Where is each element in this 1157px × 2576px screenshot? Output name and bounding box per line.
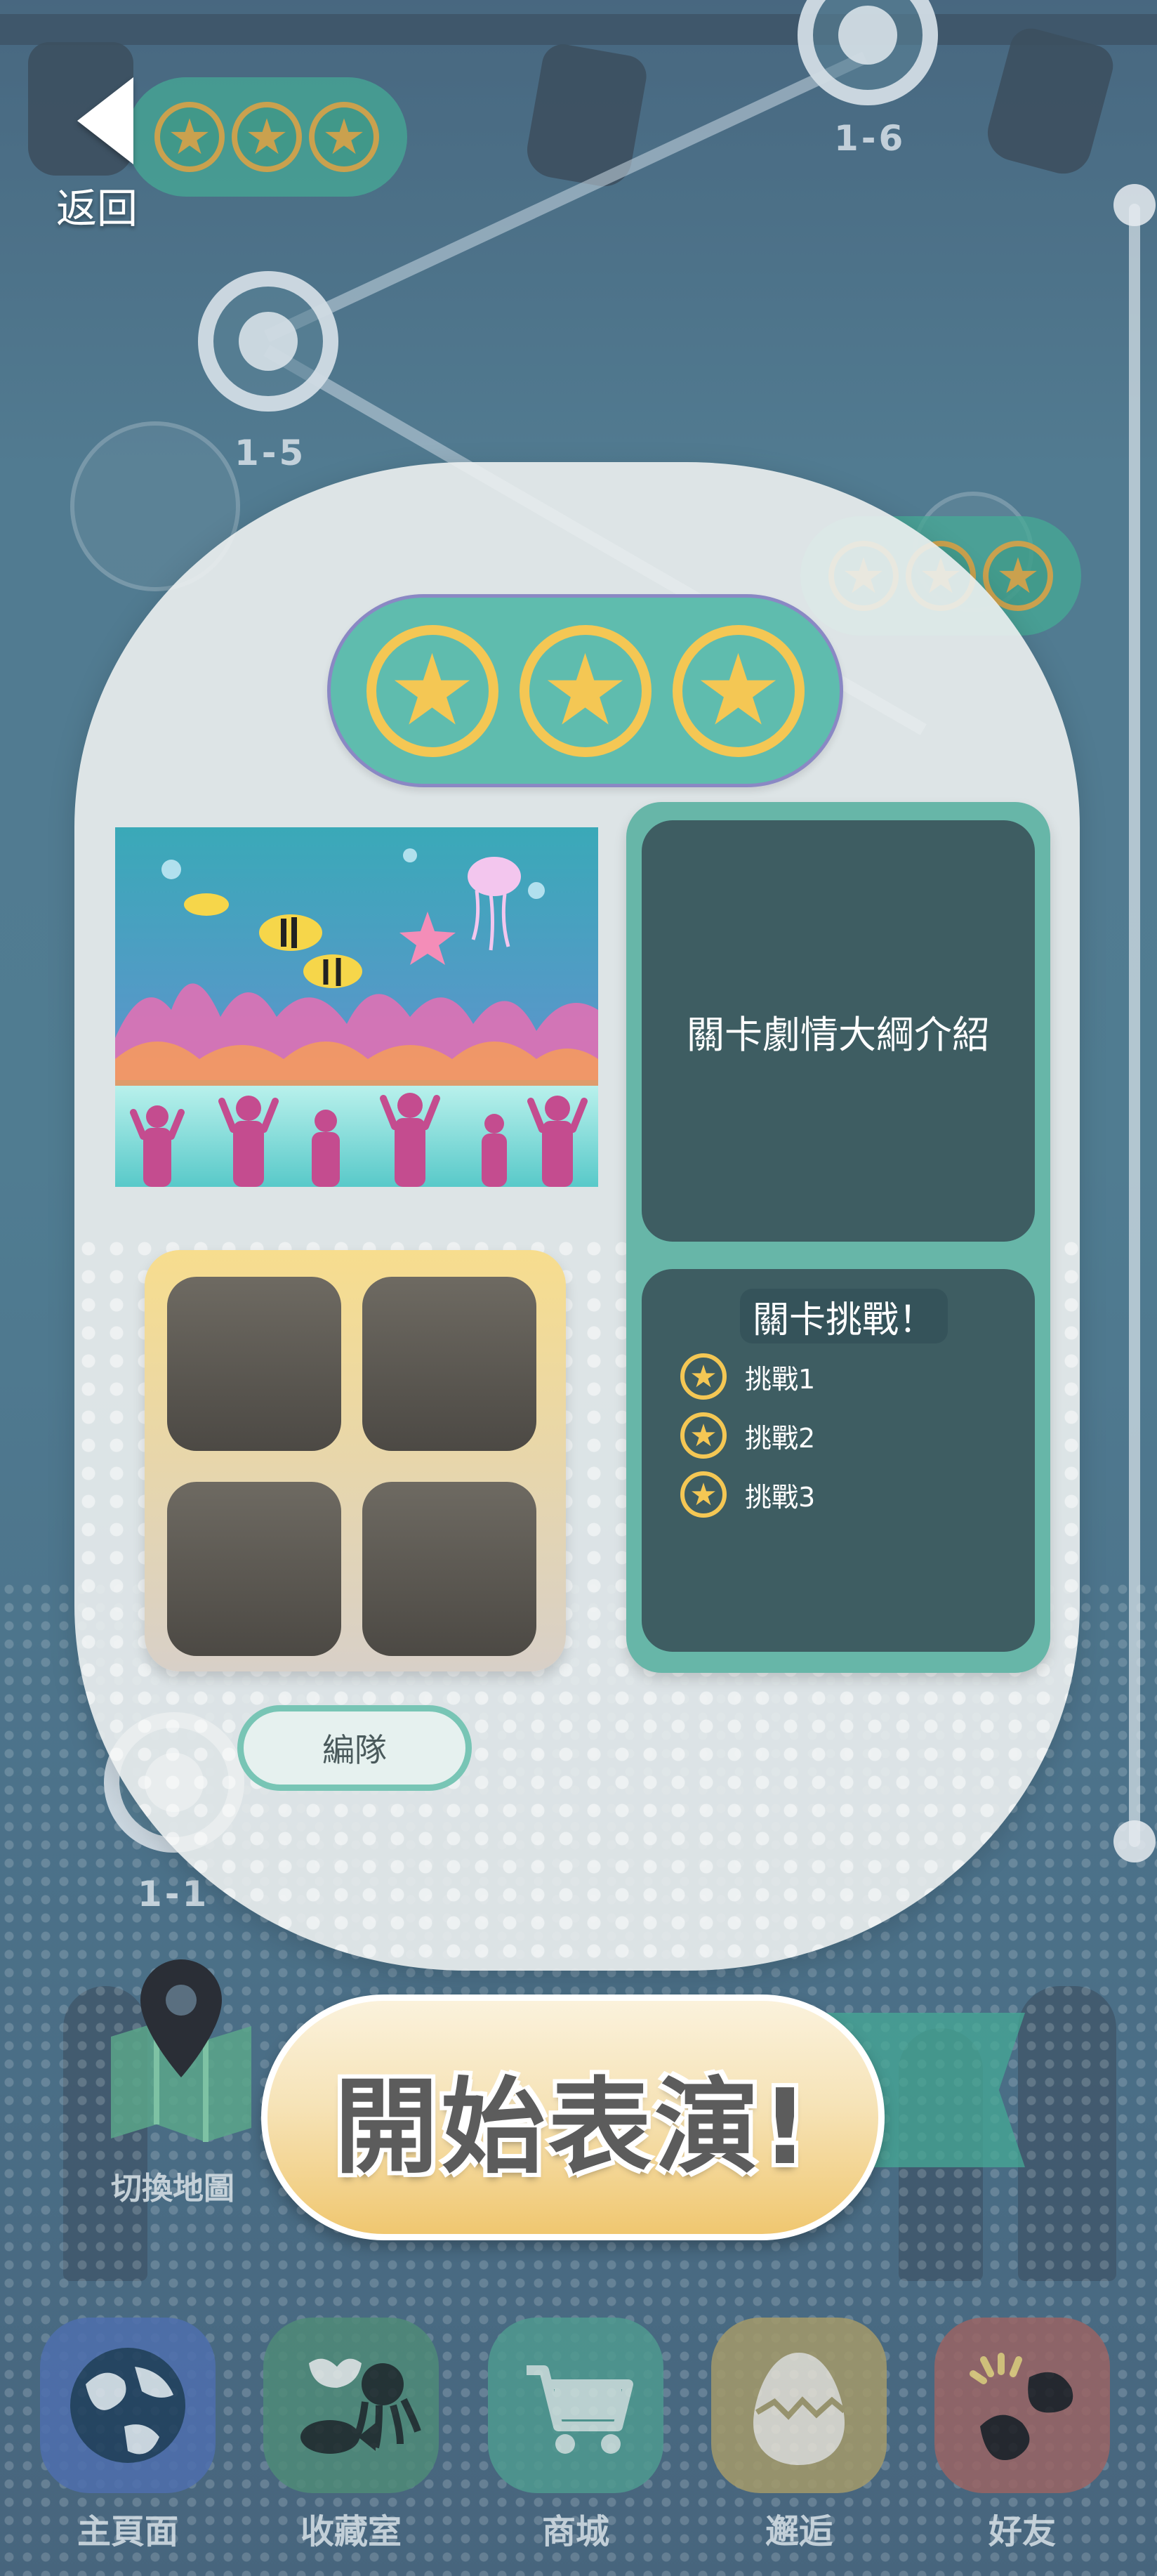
collection-icon (263, 2318, 439, 2493)
map-scrollbar[interactable] (1129, 204, 1140, 1847)
level-label-1-6: 1-6 (834, 118, 906, 159)
friends-icon (934, 2318, 1110, 2493)
star-icon: ★ (154, 102, 225, 172)
challenge-item: ★ 挑戰2 (680, 1412, 815, 1459)
challenge-title: 關卡挑戰！ (740, 1289, 948, 1343)
nav-item-encounter[interactable]: 邂逅 (708, 2318, 890, 2570)
level-info-panel: 關卡劇情大綱介紹 關卡挑戰！ ★ 挑戰1 ★ 挑戰2 ★ 挑戰3 (626, 802, 1050, 1673)
star-icon: ★ (672, 624, 805, 757)
team-slot[interactable] (167, 1277, 341, 1451)
story-synopsis-text: 關卡劇情大綱介紹 (687, 1012, 990, 1057)
nav-label: 邂逅 (765, 2512, 833, 2551)
nav-label: 好友 (988, 2512, 1056, 2551)
nav-label: 主頁面 (77, 2512, 178, 2551)
map-pin-icon (111, 1959, 251, 2142)
globe-icon (40, 2318, 216, 2493)
team-slot[interactable] (362, 1482, 536, 1656)
edit-team-button[interactable]: 編隊 (237, 1705, 472, 1791)
team-slot[interactable] (362, 1277, 536, 1451)
story-synopsis-box: 關卡劇情大綱介紹 (642, 820, 1035, 1242)
nav-item-friends[interactable]: 好友 (931, 2318, 1113, 2570)
switch-map-button[interactable]: 切換地圖 (104, 1952, 258, 2212)
challenge-label: 挑戰1 (745, 1363, 816, 1395)
star-icon: ★ (680, 1353, 727, 1400)
team-slot[interactable] (167, 1482, 341, 1656)
back-label: 返回 (56, 185, 138, 232)
challenge-list-box: 關卡挑戰！ ★ 挑戰1 ★ 挑戰2 ★ 挑戰3 (642, 1269, 1035, 1652)
challenge-label: 挑戰3 (745, 1481, 816, 1513)
nav-item-shop[interactable]: 商城 (484, 2318, 667, 2570)
star-icon: ★ (309, 102, 379, 172)
level-star-rating: ★ ★ ★ (327, 594, 843, 787)
level-label-1-5: 1-5 (234, 433, 307, 473)
level-1-6-stars: ★ ★ ★ (126, 77, 407, 197)
challenge-label: 挑戰2 (745, 1422, 816, 1454)
nav-item-home[interactable]: 主頁面 (37, 2318, 219, 2570)
bottom-navigation: 主頁面 收藏室 商城 邂逅 好友 (0, 2247, 1157, 2576)
back-button[interactable]: 返回 (56, 70, 161, 232)
level-detail-modal: ★ ★ ★ 編隊 關卡劇情大綱介紹 關卡挑戰！ ★ 挑戰1 ★ 挑戰2 ★ 挑戰… (74, 462, 1080, 1971)
star-icon: ★ (232, 102, 302, 172)
start-performance-label: 開始表演! (334, 2066, 812, 2188)
map-scroll-top-handle[interactable] (1113, 184, 1156, 226)
challenge-item: ★ 挑戰1 (680, 1353, 815, 1400)
egg-icon (711, 2318, 887, 2493)
map-scroll-bottom-handle[interactable] (1113, 1820, 1156, 1862)
star-icon: ★ (366, 624, 498, 757)
level-node-1-5[interactable] (198, 271, 338, 412)
back-arrow-icon (77, 77, 133, 164)
switch-map-label: 切換地圖 (111, 2171, 234, 2207)
nav-item-collection[interactable]: 收藏室 (260, 2318, 442, 2570)
star-icon: ★ (680, 1471, 727, 1518)
team-slots-panel (145, 1250, 566, 1671)
star-icon: ★ (519, 624, 652, 757)
nav-label: 收藏室 (300, 2512, 402, 2551)
star-icon: ★ (680, 1412, 727, 1459)
challenge-item: ★ 挑戰3 (680, 1471, 815, 1518)
level-scene-image (115, 827, 598, 1187)
nav-label: 商城 (541, 2512, 609, 2551)
cart-icon (488, 2318, 663, 2493)
start-performance-button[interactable]: 開始表演! (261, 1995, 885, 2240)
